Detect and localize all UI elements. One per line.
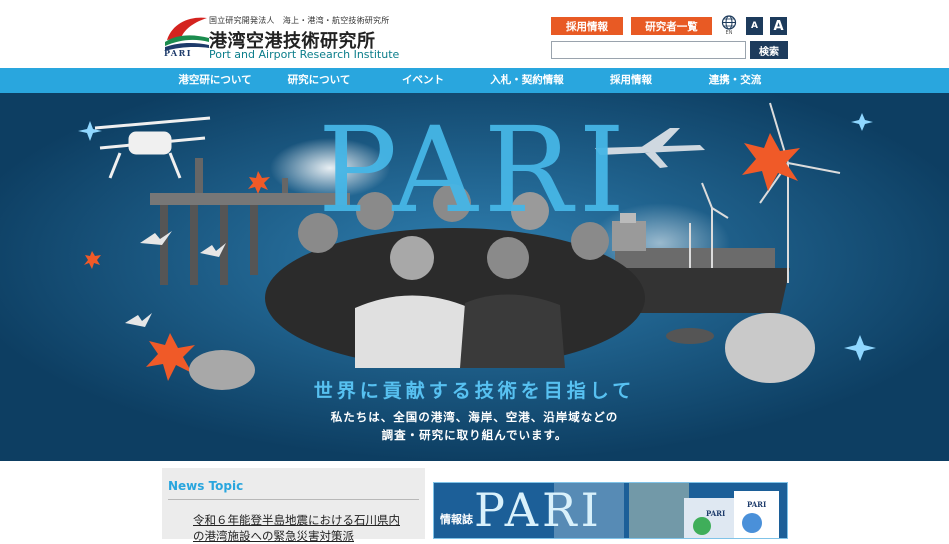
- magazine-label: 情報誌: [440, 513, 473, 526]
- hero-description-line2: 調査・研究に取り組んでいます。: [381, 428, 568, 442]
- magazine-banner[interactable]: PARI 情報誌 PARI PARI: [433, 482, 788, 539]
- booklet-title-back: PARI: [747, 500, 767, 509]
- search-input[interactable]: [551, 41, 746, 59]
- nav-item-research[interactable]: 研究について: [267, 68, 371, 93]
- news-topic-title: News Topic: [168, 479, 244, 493]
- hero-title: PARI: [317, 101, 632, 239]
- hero-tagline: 世界に貢献する技術を目指して: [313, 380, 636, 402]
- recruit-button[interactable]: 採用情報: [551, 17, 623, 35]
- nav-item-bidding[interactable]: 入札・契約情報: [475, 68, 579, 93]
- main-nav: 港空研について 研究について イベント 入札・契約情報 採用情報 連携・交流: [0, 68, 949, 93]
- hero-banner[interactable]: PARI 世界に貢献する技術を目指して 私たちは、全国の港湾、海岸、空港、沿岸域…: [0, 93, 949, 461]
- researchers-list-button[interactable]: 研究者一覧: [631, 17, 712, 35]
- search-button[interactable]: 検索: [750, 41, 788, 59]
- logo-pari-text: PARI: [164, 48, 193, 58]
- nav-item-events[interactable]: イベント: [371, 68, 475, 93]
- org-subtitle: 国立研究開発法人 海上・港湾・航空技術研究所: [209, 16, 390, 25]
- font-size-large-button[interactable]: A: [770, 17, 787, 35]
- lang-label: EN: [725, 30, 733, 36]
- globe-icon: [721, 15, 737, 30]
- english-language-link[interactable]: EN: [721, 15, 737, 37]
- news-topic-panel: News Topic 令和６年能登半島地震における石川県内の港湾施設への緊急災害…: [162, 468, 425, 543]
- news-item-link[interactable]: 令和６年能登半島地震における石川県内の港湾施設への緊急災害対策派: [193, 512, 405, 544]
- font-size-small-button[interactable]: A: [746, 17, 763, 35]
- nav-item-collaboration[interactable]: 連携・交流: [683, 68, 787, 93]
- hero-description-line1: 私たちは、全国の港湾、海岸、空港、沿岸域などの: [330, 410, 619, 424]
- magazine-banner-title: PARI: [474, 483, 603, 537]
- nav-item-recruit[interactable]: 採用情報: [579, 68, 683, 93]
- booklet-title-front: PARI: [706, 509, 726, 518]
- org-name-en[interactable]: Port and Airport Research Institute: [209, 48, 399, 61]
- site-header: PARI 国立研究開発法人 海上・港湾・航空技術研究所 港湾空港技術研究所 Po…: [0, 0, 949, 68]
- news-divider: [168, 499, 419, 500]
- nav-item-about[interactable]: 港空研について: [163, 68, 267, 93]
